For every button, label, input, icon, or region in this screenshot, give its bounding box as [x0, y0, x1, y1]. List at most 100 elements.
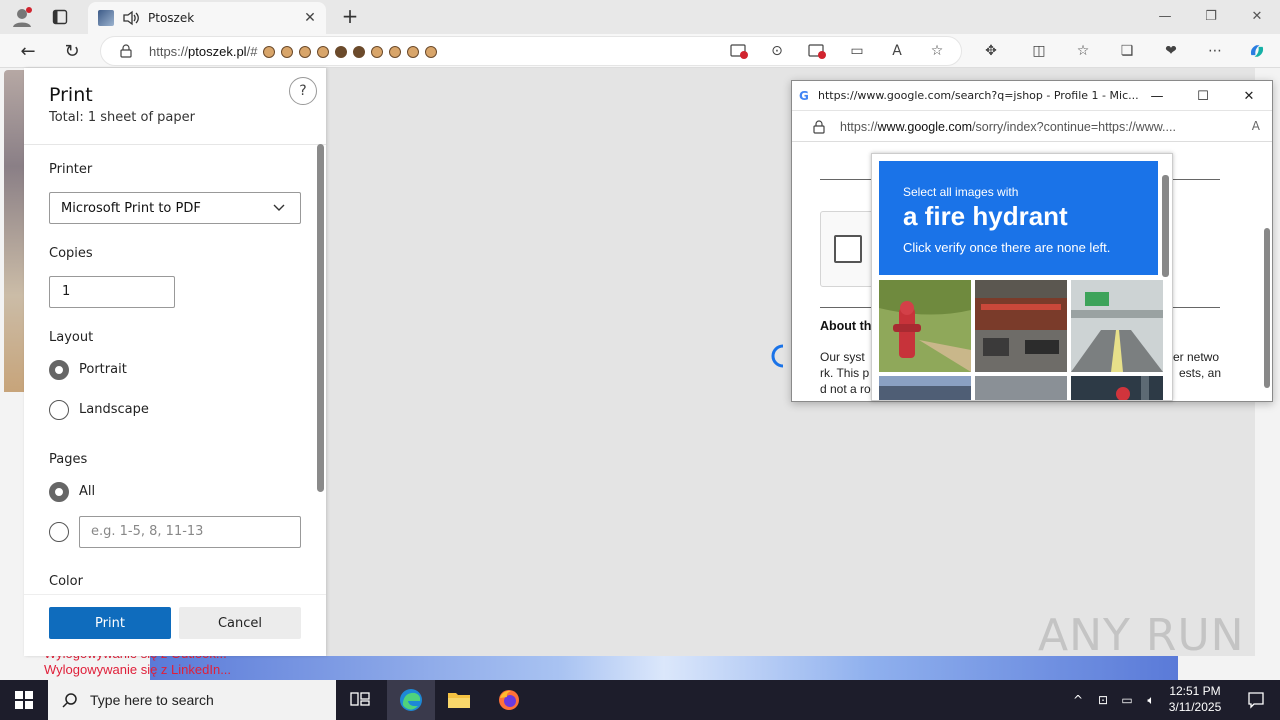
collections-icon[interactable]: ❏	[1118, 42, 1136, 60]
speaker-icon[interactable]	[122, 10, 140, 26]
notifications-icon[interactable]	[1232, 680, 1280, 720]
copilot-icon[interactable]	[1248, 42, 1266, 60]
captcha-tile[interactable]	[1071, 280, 1163, 372]
favorites-icon[interactable]: ☆	[1074, 42, 1092, 60]
popup-url-text: https://www.google.com/sorry/index?conti…	[840, 119, 1176, 134]
close-window-icon[interactable]: ✕	[1234, 0, 1280, 32]
extensions-icon[interactable]: ✥	[982, 42, 1000, 60]
blocked-popup-icon[interactable]	[730, 42, 748, 60]
pages-all-radio[interactable]	[49, 482, 69, 502]
task-view-icon[interactable]	[336, 680, 384, 720]
url-text: https://ptoszek.pl/#	[149, 44, 438, 59]
split-screen-icon[interactable]: ◫	[1030, 42, 1048, 60]
new-tab-button[interactable]: +	[338, 4, 362, 28]
captcha-tile[interactable]	[975, 376, 1067, 400]
help-button[interactable]: ?	[289, 77, 317, 105]
url-field[interactable]: https://ptoszek.pl/#	[100, 36, 962, 66]
google-icon: G	[799, 88, 809, 103]
favorite-star-icon[interactable]: ☆	[928, 42, 946, 60]
copies-label: Copies	[49, 246, 93, 261]
print-scrollbar[interactable]	[317, 144, 324, 492]
captcha-tile[interactable]	[879, 280, 971, 372]
profile-icon[interactable]	[8, 4, 36, 30]
pages-all-label: All	[79, 484, 96, 499]
search-icon	[62, 693, 77, 708]
captcha-header: Select all images with a fire hydrant Cl…	[879, 161, 1158, 275]
captcha-tile[interactable]	[1071, 376, 1163, 400]
restore-icon[interactable]: ❐	[1188, 0, 1234, 32]
copies-input[interactable]: 1	[49, 276, 175, 308]
portrait-label: Portrait	[79, 362, 127, 377]
minimize-icon[interactable]: —	[1142, 0, 1188, 32]
firefox-icon[interactable]	[485, 680, 533, 720]
popup-titlebar: G https://www.google.com/search?q=jshop …	[792, 81, 1272, 111]
network-icon[interactable]: ⊡	[1095, 692, 1111, 708]
popup-url-bar[interactable]: https://www.google.com/sorry/index?conti…	[792, 112, 1272, 142]
tab-ptoszek[interactable]: Ptoszek ✕	[88, 2, 326, 34]
captcha-scroll-thumb[interactable]	[1162, 175, 1169, 277]
printer-label: Printer	[49, 162, 93, 177]
tray-chevron-icon[interactable]: ^	[1070, 692, 1086, 708]
read-aloud-icon[interactable]: A	[888, 42, 906, 60]
captcha-challenge: Select all images with a fire hydrant Cl…	[871, 153, 1173, 401]
print-dialog: Print Total: 1 sheet of paper ? Printer …	[24, 68, 326, 656]
logout-linkedin-link[interactable]: Wylogowywanie się z LinkedIn...	[44, 662, 231, 677]
volume-icon[interactable]: 🔈︎	[1143, 692, 1159, 708]
chevron-down-icon	[273, 204, 285, 211]
page-banner	[150, 656, 1178, 680]
clock-time: 12:51 PM	[1169, 684, 1221, 698]
refresh-icon[interactable]: ↻	[58, 38, 86, 64]
captcha-instruction: Select all images with	[903, 185, 1019, 199]
print-total: Total: 1 sheet of paper	[49, 110, 195, 125]
clipboard-icon[interactable]: ▭	[848, 42, 866, 60]
color-label: Color	[49, 574, 83, 589]
edge-taskbar-icon[interactable]	[387, 680, 435, 720]
read-aloud-icon[interactable]: A	[1252, 119, 1260, 133]
body-text-right1: er netwo	[1173, 350, 1220, 364]
wifi-icon[interactable]: ▭	[1119, 692, 1135, 708]
system-clock[interactable]: 12:51 PM 3/11/2025	[1162, 683, 1228, 715]
printer-select[interactable]: Microsoft Print to PDF	[49, 192, 301, 224]
recaptcha-checkbox[interactable]	[834, 235, 862, 263]
performance-icon[interactable]: ❤	[1162, 42, 1180, 60]
taskbar-search[interactable]: Type here to search	[48, 680, 336, 720]
anyrun-watermark: ANY RUN	[1038, 610, 1245, 661]
tab-bar: Ptoszek ✕ + — ❐ ✕	[0, 0, 1280, 34]
search-placeholder: Type here to search	[90, 692, 214, 708]
taskbar: Type here to search ^ ⊡ ▭ 🔈︎ 12:51 PM 3/…	[0, 680, 1280, 720]
windows-start-icon[interactable]	[0, 680, 48, 720]
more-options-icon[interactable]: ⋯	[1206, 42, 1224, 60]
file-explorer-icon[interactable]	[435, 680, 483, 720]
pages-custom-radio[interactable]	[49, 522, 69, 542]
close-tab-icon[interactable]: ✕	[300, 10, 320, 26]
print-title: Print	[49, 84, 93, 106]
reader-view-icon[interactable]: ⊙	[768, 42, 786, 60]
captcha-tile[interactable]	[879, 376, 971, 400]
print-button[interactable]: Print	[49, 607, 171, 639]
captcha-scrollbar[interactable]	[1160, 161, 1172, 393]
popup-scroll-thumb[interactable]	[1264, 228, 1270, 388]
captcha-target: a fire hydrant	[903, 201, 1068, 231]
divider	[24, 144, 326, 145]
lock-icon[interactable]	[119, 44, 133, 58]
popup-title: https://www.google.com/search?q=jshop - …	[818, 89, 1139, 102]
back-icon[interactable]: ←	[14, 38, 42, 64]
popup-scrollbar[interactable]	[1262, 211, 1272, 401]
body-text-line2: rk. This p	[820, 366, 870, 380]
printer-value: Microsoft Print to PDF	[61, 200, 201, 216]
cancel-button[interactable]: Cancel	[179, 607, 301, 639]
popup-close-icon[interactable]: ✕	[1232, 81, 1266, 111]
captcha-tile[interactable]	[975, 280, 1067, 372]
pages-input[interactable]: e.g. 1-5, 8, 11-13	[79, 516, 301, 548]
portrait-radio[interactable]	[49, 360, 69, 380]
tab-actions-icon[interactable]	[46, 4, 74, 30]
popup-maximize-icon[interactable]: ☐	[1186, 81, 1220, 111]
body-text-line3: d not a ro	[820, 382, 871, 396]
tab-title: Ptoszek	[148, 11, 195, 25]
layout-label: Layout	[49, 330, 94, 345]
blocked-content-icon[interactable]	[808, 42, 826, 60]
popup-minimize-icon[interactable]: —	[1140, 81, 1174, 111]
about-heading: About th	[820, 319, 872, 333]
address-bar-row: ← ↻ https://ptoszek.pl/# ⊙ ▭ A ☆ ✥ ◫ ☆ ❏…	[0, 34, 1280, 68]
landscape-radio[interactable]	[49, 400, 69, 420]
